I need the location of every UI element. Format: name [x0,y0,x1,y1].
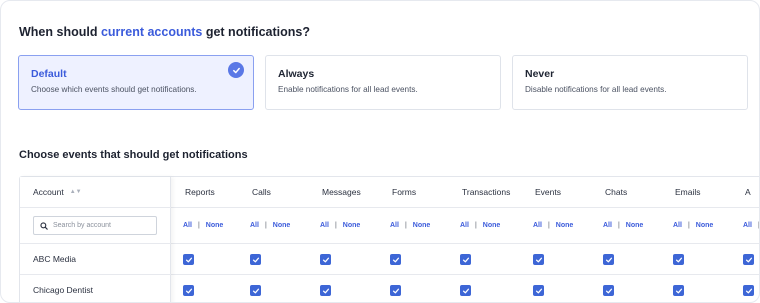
column-header-reports: Reports [185,187,215,197]
option-always-title: Always [278,68,315,80]
select-none-link[interactable]: None [343,222,361,229]
select-all-link[interactable]: All [390,222,399,229]
all-none-toggle: All | None [250,222,290,229]
option-always-description: Enable notifications for all lead events… [278,85,418,94]
checkbox-checked-icon[interactable] [533,285,544,296]
search-icon [40,221,48,230]
checkbox-checked-icon[interactable] [460,285,471,296]
account-header-label: Account [33,187,64,197]
events-table: Account ▲▼ Search by account ABC Media C… [19,176,759,302]
heading-highlight: current accounts [100,25,203,39]
option-always-card[interactable]: Always Enable notifications for all lead… [265,55,501,110]
column-header-emails: Emails [675,187,701,197]
row-divider [20,274,171,275]
events-heading: Choose events that should get notificati… [19,149,248,161]
separator: | [687,222,690,229]
select-none-link[interactable]: None [413,222,431,229]
separator: | [617,222,620,229]
column-header-transactions: Transactions [462,187,511,197]
select-all-link[interactable]: All [250,222,259,229]
separator: | [197,222,200,229]
account-search-input[interactable]: Search by account [33,216,157,235]
option-never-title: Never [525,68,555,80]
separator: | [334,222,337,229]
option-default-description: Choose which events should get notificat… [31,85,197,94]
all-none-toggle: All | None [320,222,360,229]
option-default-card[interactable]: Default Choose which events should get n… [18,55,254,110]
option-never-card[interactable]: Never Disable notifications for all lead… [512,55,748,110]
checkbox-checked-icon[interactable] [320,285,331,296]
column-header-a: A [745,187,751,197]
account-name: Chicago Dentist [33,285,94,295]
select-all-link[interactable]: All [320,222,329,229]
separator: | [547,222,550,229]
select-none-link[interactable]: None [206,222,224,229]
all-none-toggle: All | None [533,222,573,229]
select-none-link[interactable]: None [483,222,501,229]
heading-suffix: get notifications? [202,25,310,39]
checkbox-checked-icon[interactable] [673,254,684,265]
sort-icon[interactable]: ▲▼ [70,189,82,195]
separator: | [474,222,477,229]
select-all-link[interactable]: All [183,222,192,229]
checkbox-checked-icon[interactable] [390,285,401,296]
all-none-toggle: All | None [603,222,643,229]
row-divider [20,243,171,244]
select-all-link[interactable]: All [460,222,469,229]
checkbox-checked-icon[interactable] [183,285,194,296]
checkbox-checked-icon[interactable] [603,285,614,296]
column-header-chats: Chats [605,187,628,197]
account-column-header[interactable]: Account ▲▼ [33,187,82,197]
select-all-link[interactable]: All [673,222,682,229]
row-divider [20,207,171,208]
all-none-toggle: All | None [460,222,500,229]
select-all-link[interactable]: All [533,222,542,229]
select-none-link[interactable]: None [626,222,644,229]
select-none-link[interactable]: None [273,222,291,229]
select-none-link[interactable]: None [556,222,574,229]
checkbox-checked-icon[interactable] [250,254,261,265]
checkbox-checked-icon[interactable] [533,254,544,265]
select-all-link[interactable]: All [743,222,752,229]
column-header-events: Events [535,187,561,197]
column-header-forms: Forms [392,187,417,197]
heading-prefix: When should [19,25,101,39]
option-default-title: Default [31,68,67,80]
select-none-link[interactable]: None [696,222,714,229]
column-header-messages: Messages [322,187,361,197]
all-none-toggle: All | None [183,222,223,229]
search-placeholder: Search by account [53,222,111,229]
option-never-description: Disable notifications for all lead event… [525,85,667,94]
checkbox-checked-icon[interactable] [743,254,754,265]
separator: | [264,222,267,229]
checkbox-checked-icon[interactable] [460,254,471,265]
select-all-link[interactable]: All [603,222,612,229]
all-none-toggle: All | None [673,222,713,229]
checkbox-checked-icon[interactable] [603,254,614,265]
checkbox-checked-icon[interactable] [673,285,684,296]
separator: | [404,222,407,229]
notification-settings-panel: When should current accounts get notific… [0,0,760,303]
checkbox-checked-icon[interactable] [250,285,261,296]
checkbox-checked-icon[interactable] [743,285,754,296]
account-column: Account ▲▼ Search by account ABC Media C… [20,177,171,302]
checkbox-checked-icon[interactable] [390,254,401,265]
column-header-calls: Calls [252,187,271,197]
all-none-toggle: All|None [743,222,759,229]
account-name: ABC Media [33,254,76,264]
checkbox-checked-icon[interactable] [320,254,331,265]
checkbox-checked-icon[interactable] [183,254,194,265]
all-none-toggle: All | None [390,222,430,229]
notification-question-heading: When should current accounts get notific… [19,25,310,39]
check-circle-icon [228,62,244,78]
